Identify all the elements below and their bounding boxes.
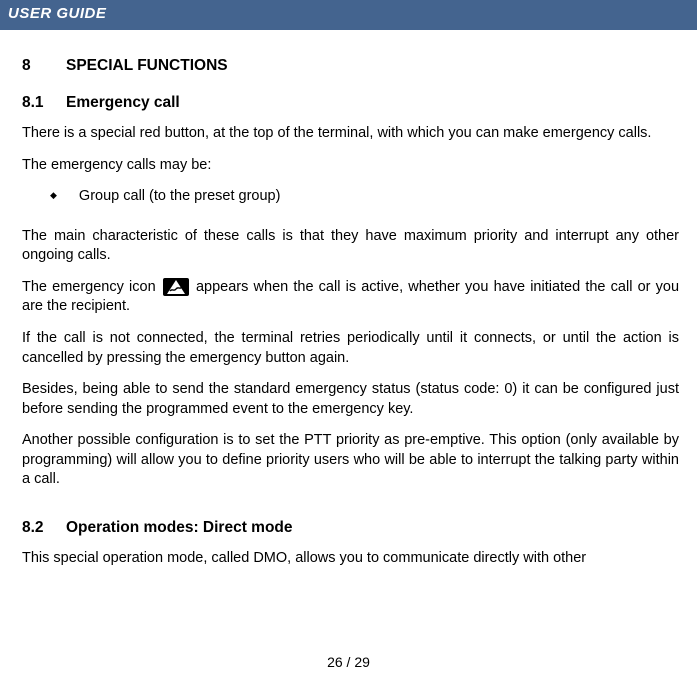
section-8-heading: 8SPECIAL FUNCTIONS (22, 56, 679, 77)
page-content: 8SPECIAL FUNCTIONS 8.1Emergency call The… (0, 56, 697, 568)
section-8-1-number: 8.1 (22, 93, 66, 114)
para-8-1-retry: If the call is not connected, the termin… (22, 329, 679, 368)
section-8-2-title: Operation modes: Direct mode (66, 519, 293, 536)
para-8-2-intro: This special operation mode, called DMO,… (22, 549, 679, 569)
section-8-title: SPECIAL FUNCTIONS (66, 57, 228, 74)
section-8-number: 8 (22, 56, 66, 77)
section-8-2-heading: 8.2Operation modes: Direct mode (22, 518, 679, 539)
header-band: USER GUIDE (0, 0, 697, 30)
bullet-list: Group call (to the preset group) (50, 187, 679, 207)
para-8-1-maybe: The emergency calls may be: (22, 156, 679, 176)
para-8-1-status: Besides, being able to send the standard… (22, 380, 679, 419)
section-8-2-number: 8.2 (22, 518, 66, 539)
section-8-1-title: Emergency call (66, 94, 180, 111)
para-8-1-icon-text-a: The emergency icon (22, 279, 161, 295)
header-title: USER GUIDE (8, 5, 106, 22)
bullet-group-call: Group call (to the preset group) (50, 187, 679, 207)
para-8-1-icon: The emergency icon appears when the call… (22, 278, 679, 317)
section-8-1-heading: 8.1Emergency call (22, 93, 679, 114)
emergency-icon (163, 278, 189, 296)
page-number: 26 / 29 (0, 653, 697, 672)
para-8-1-ptt: Another possible configuration is to set… (22, 431, 679, 490)
para-8-1-characteristic: The main characteristic of these calls i… (22, 227, 679, 266)
para-8-1-intro: There is a special red button, at the to… (22, 124, 679, 144)
